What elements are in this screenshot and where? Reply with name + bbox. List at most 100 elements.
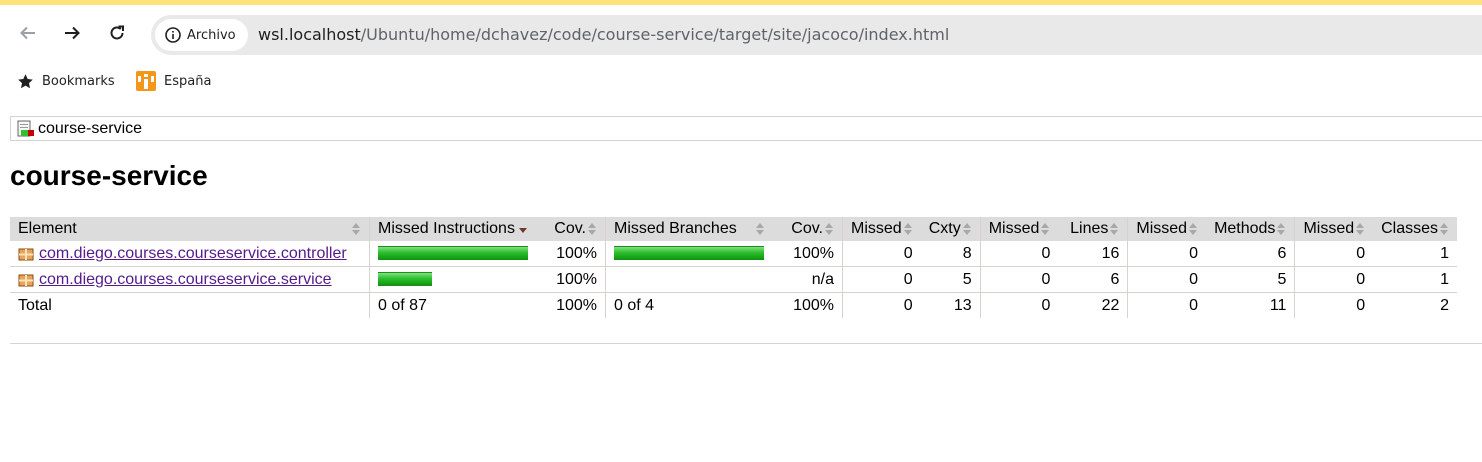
bookmark-label: España xyxy=(164,73,212,89)
classes-cell: 1 xyxy=(1373,241,1458,267)
missed-methods-cell: 0 xyxy=(1127,266,1207,293)
header-cxty[interactable]: Cxty xyxy=(920,217,981,241)
total-methods: 11 xyxy=(1269,296,1287,314)
table-row: com.diego.courses.courseservice.service … xyxy=(10,266,1458,293)
missed-classes-cell: 0 xyxy=(1294,241,1374,267)
bookmarks-bar: Bookmarks España xyxy=(0,63,1482,99)
instructions-bar-cell xyxy=(369,266,536,293)
breadcrumb: course-service xyxy=(10,116,1482,141)
total-label: Total xyxy=(18,296,52,314)
site-info-chip[interactable]: Archivo xyxy=(155,19,248,51)
table-header-row: Element Missed Instructions Cov. Missed … xyxy=(10,217,1458,241)
header-cov-label: Cov. xyxy=(791,220,823,237)
package-icon xyxy=(18,274,34,286)
header-lines-label: Lines xyxy=(1070,220,1109,237)
header-cov-branches[interactable]: Cov. xyxy=(773,217,843,241)
header-cxty-label: Cxty xyxy=(928,220,961,237)
header-missed-cxty[interactable]: Missed xyxy=(841,217,921,241)
header-missed-branches[interactable]: Missed Branches xyxy=(605,217,773,241)
header-methods-label: Methods xyxy=(1214,220,1276,237)
header-element-label: Element xyxy=(18,220,77,237)
header-element[interactable]: Element xyxy=(10,217,370,241)
sort-icon xyxy=(1277,223,1286,235)
missed-classes-cell: 0 xyxy=(1294,266,1374,293)
instructions-bar-cell xyxy=(369,241,536,267)
cxty-cell: 8 xyxy=(920,241,981,267)
sort-icon xyxy=(352,223,361,235)
header-classes-label: Classes xyxy=(1381,220,1439,237)
bookmark-espana[interactable]: España xyxy=(136,63,211,99)
total-classes: 2 xyxy=(1440,296,1450,314)
missed-cxty-cell: 0 xyxy=(841,266,921,293)
sort-icon xyxy=(1356,223,1365,235)
lines-cell: 6 xyxy=(1058,266,1128,293)
url-path: /Ubuntu/home/dchavez/code/course-service… xyxy=(360,25,950,44)
table-total-row: Total 0 of 87 100% 0 of 4 100% 0 13 0 22… xyxy=(10,292,1457,318)
coverage-table: Element Missed Instructions Cov. Missed … xyxy=(10,217,1458,318)
breadcrumb-label: course-service xyxy=(38,119,143,137)
reload-icon xyxy=(110,25,124,40)
missed-cxty-cell: 0 xyxy=(841,241,921,267)
header-methods[interactable]: Methods xyxy=(1206,217,1295,241)
header-cov-instructions[interactable]: Cov. xyxy=(536,217,606,241)
sort-icon xyxy=(756,223,765,235)
header-missed-label: Missed xyxy=(851,220,902,237)
sort-icon xyxy=(825,223,834,235)
forward-arrow-icon xyxy=(65,26,80,40)
total-cxty: 13 xyxy=(953,296,972,314)
sort-icon xyxy=(903,223,913,235)
missed-lines-cell: 0 xyxy=(979,266,1059,293)
classes-cell: 1 xyxy=(1373,266,1458,293)
header-missed-instructions-label: Missed Instructions xyxy=(378,220,515,237)
page-title: course-service xyxy=(10,160,208,191)
bookmarks-label: Bookmarks xyxy=(42,73,115,89)
header-missed-instructions[interactable]: Missed Instructions xyxy=(369,217,536,241)
sort-icon xyxy=(1041,223,1050,235)
cov-cell: 100% xyxy=(773,241,843,267)
bookmarks-folder[interactable]: Bookmarks xyxy=(17,63,115,99)
methods-cell: 5 xyxy=(1206,266,1295,293)
browser-toolbar: Archivo wsl.localhost/Ubuntu/home/dchave… xyxy=(0,5,1482,63)
total-branches: 0 of 4 xyxy=(605,292,773,318)
header-classes[interactable]: Classes xyxy=(1373,217,1458,241)
package-link[interactable]: com.diego.courses.courseservice.service xyxy=(39,271,332,289)
package-link[interactable]: com.diego.courses.courseservice.controll… xyxy=(39,245,347,263)
branches-bar-cell xyxy=(605,266,773,293)
url-host: wsl.localhost xyxy=(258,25,361,44)
lines-cell: 16 xyxy=(1058,241,1128,267)
element-cell: com.diego.courses.courseservice.service xyxy=(10,266,370,293)
total-instructions: 0 of 87 xyxy=(369,292,536,318)
total-missed-methods: 0 xyxy=(1127,292,1207,318)
reload-button[interactable] xyxy=(103,19,131,47)
header-missed-classes[interactable]: Missed xyxy=(1294,217,1374,241)
total-missed-classes: 0 xyxy=(1294,292,1374,318)
back-arrow-icon xyxy=(20,26,35,40)
total-branch-cov: 100% xyxy=(793,296,834,314)
sort-icon xyxy=(588,223,597,235)
back-button[interactable] xyxy=(14,19,42,47)
missed-lines-cell: 0 xyxy=(979,241,1059,267)
missed-methods-cell: 0 xyxy=(1127,241,1207,267)
header-cov-label: Cov. xyxy=(554,220,586,237)
total-instr-cov: 100% xyxy=(556,296,597,314)
cov-cell: 100% xyxy=(536,241,606,267)
url-text[interactable]: wsl.localhost/Ubuntu/home/dchavez/code/c… xyxy=(258,15,949,55)
address-bar[interactable]: Archivo wsl.localhost/Ubuntu/home/dchave… xyxy=(151,15,1482,55)
package-icon xyxy=(18,248,34,260)
forward-button[interactable] xyxy=(58,19,86,47)
header-missed-lines[interactable]: Missed xyxy=(979,217,1059,241)
cxty-cell: 5 xyxy=(920,266,981,293)
star-icon xyxy=(18,73,33,88)
footer-divider xyxy=(10,343,1482,344)
total-missed-lines: 0 xyxy=(979,292,1059,318)
header-lines[interactable]: Lines xyxy=(1058,217,1128,241)
coverage-bar xyxy=(614,246,764,261)
table-row: com.diego.courses.courseservice.controll… xyxy=(10,241,1458,267)
header-missed-label: Missed xyxy=(1303,220,1355,237)
site-info-label: Archivo xyxy=(187,27,236,43)
header-missed-methods[interactable]: Missed xyxy=(1127,217,1207,241)
branches-bar-cell xyxy=(605,241,773,267)
total-missed-cxty: 0 xyxy=(841,292,921,318)
cov-cell: 100% xyxy=(536,266,606,293)
element-cell: com.diego.courses.courseservice.controll… xyxy=(10,241,370,267)
